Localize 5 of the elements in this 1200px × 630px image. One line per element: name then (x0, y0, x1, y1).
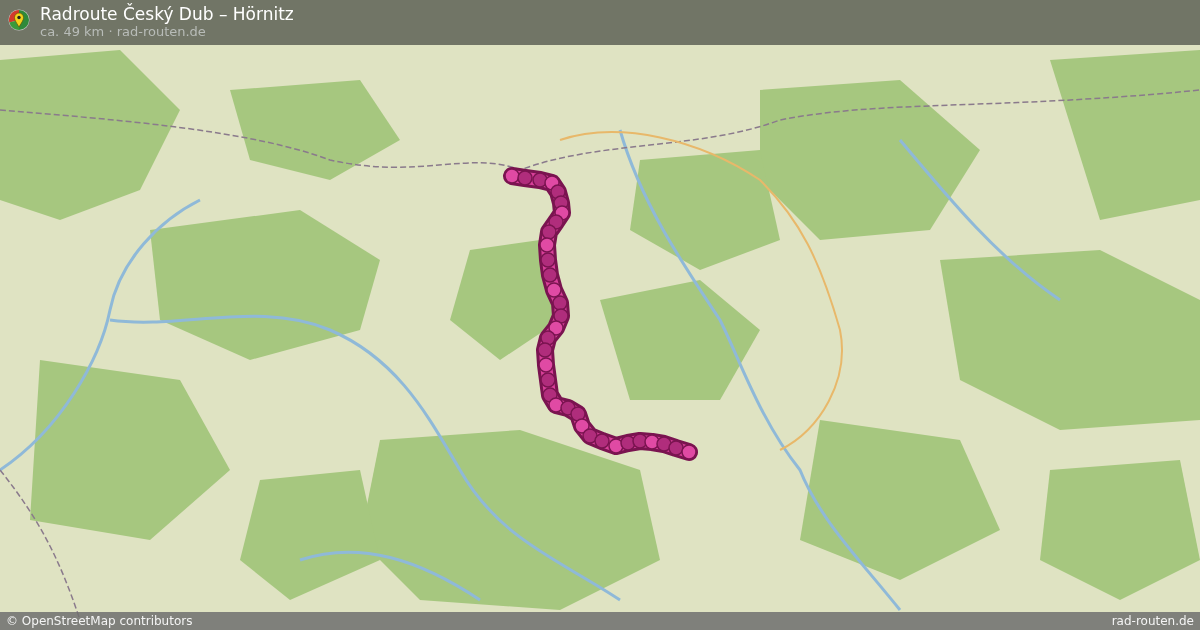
route-subtitle: ca. 49 km · rad-routen.de (40, 24, 207, 40)
attribution-text: © OpenStreetMap contributors (6, 613, 193, 629)
route-title: Radroute Český Dub – Hörnitz (40, 4, 294, 24)
site-name: rad-routen.de (1111, 613, 1194, 629)
map-pin-icon (8, 9, 30, 31)
